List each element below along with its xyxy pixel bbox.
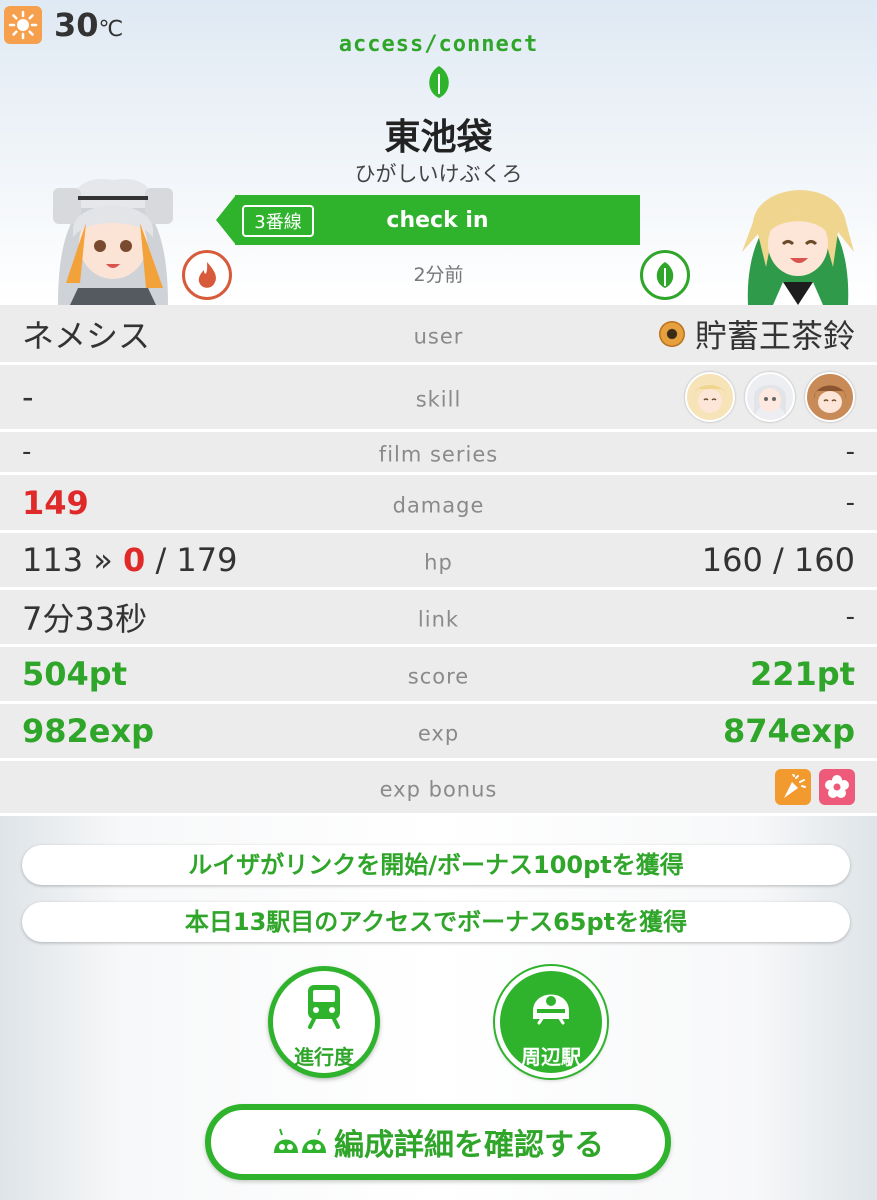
table-row-score: 504pt score 221pt: [0, 647, 877, 704]
fire-attribute-icon: [182, 250, 232, 300]
leaf-attribute-icon: [640, 250, 690, 300]
right-exp: 874exp: [722, 712, 855, 750]
access-status: access/connect: [338, 32, 539, 57]
nearby-stations-button[interactable]: 周辺駅: [495, 966, 607, 1078]
row-label-film-series: film series: [378, 442, 499, 467]
row-label-exp-bonus: exp bonus: [379, 777, 498, 802]
station-name: 東池袋: [384, 117, 493, 158]
left-character-portrait: [48, 168, 178, 309]
right-user-name: 貯蓄王茶鈴: [694, 316, 855, 355]
skill-icons: [685, 372, 855, 422]
leaf-icon: [424, 64, 454, 104]
nearby-station-icon: [533, 994, 569, 1025]
table-row-exp-bonus: exp bonus: [0, 761, 877, 816]
right-film-series: -: [845, 437, 855, 467]
formation-button-label: 編成詳細を確認する: [334, 1128, 604, 1163]
flower-icon[interactable]: [819, 769, 855, 805]
row-label-score: score: [407, 664, 470, 689]
table-row-damage: 149 damage -: [0, 475, 877, 533]
formation-details-button[interactable]: 編成詳細を確認する: [205, 1104, 671, 1180]
checkin-arrow: [216, 195, 236, 245]
progress-button-label: 進行度: [294, 1045, 354, 1069]
user-emblem-icon: [658, 320, 685, 347]
row-label-link: link: [417, 607, 460, 632]
bonus-message: ルイザがリンクを開始/ボーナス100ptを獲得: [22, 845, 850, 885]
skill-character-icon[interactable]: [805, 372, 855, 422]
table-row-exp: 982exp exp 874exp: [0, 704, 877, 761]
line-badge: 3番線: [242, 205, 314, 237]
formation-icon: [274, 1128, 326, 1153]
nearby-button-label: 周辺駅: [521, 1045, 581, 1069]
exp-bonus-icons: [775, 769, 855, 805]
train-icon: [308, 985, 340, 1029]
right-hp: 160 / 160: [701, 541, 855, 579]
row-label-damage: damage: [392, 492, 485, 517]
party-popper-icon[interactable]: [775, 769, 811, 805]
right-character-portrait: [728, 172, 858, 309]
skill-character-icon[interactable]: [685, 372, 735, 422]
table-row-skill: - skill: [0, 365, 877, 432]
right-score: 221pt: [750, 655, 855, 693]
table-row-hp: 113 » 0 / 179 hp 160 / 160: [0, 533, 877, 590]
battle-result-table: ネメシス user 貯蓄王茶鈴 - skill - film series - …: [0, 305, 877, 816]
right-damage: -: [845, 487, 855, 518]
right-user: 貯蓄王茶鈴: [658, 311, 855, 357]
table-row-link: 7分33秒 link -: [0, 590, 877, 647]
table-row-user: ネメシス user 貯蓄王茶鈴: [0, 305, 877, 365]
skill-character-icon[interactable]: [745, 372, 795, 422]
checkin-label: check in: [386, 208, 489, 233]
bonus-message: 本日13駅目のアクセスでボーナス65ptを獲得: [22, 902, 850, 942]
right-link: -: [845, 602, 855, 632]
table-row-film-series: - film series -: [0, 432, 877, 475]
progress-button[interactable]: 進行度: [268, 966, 380, 1078]
